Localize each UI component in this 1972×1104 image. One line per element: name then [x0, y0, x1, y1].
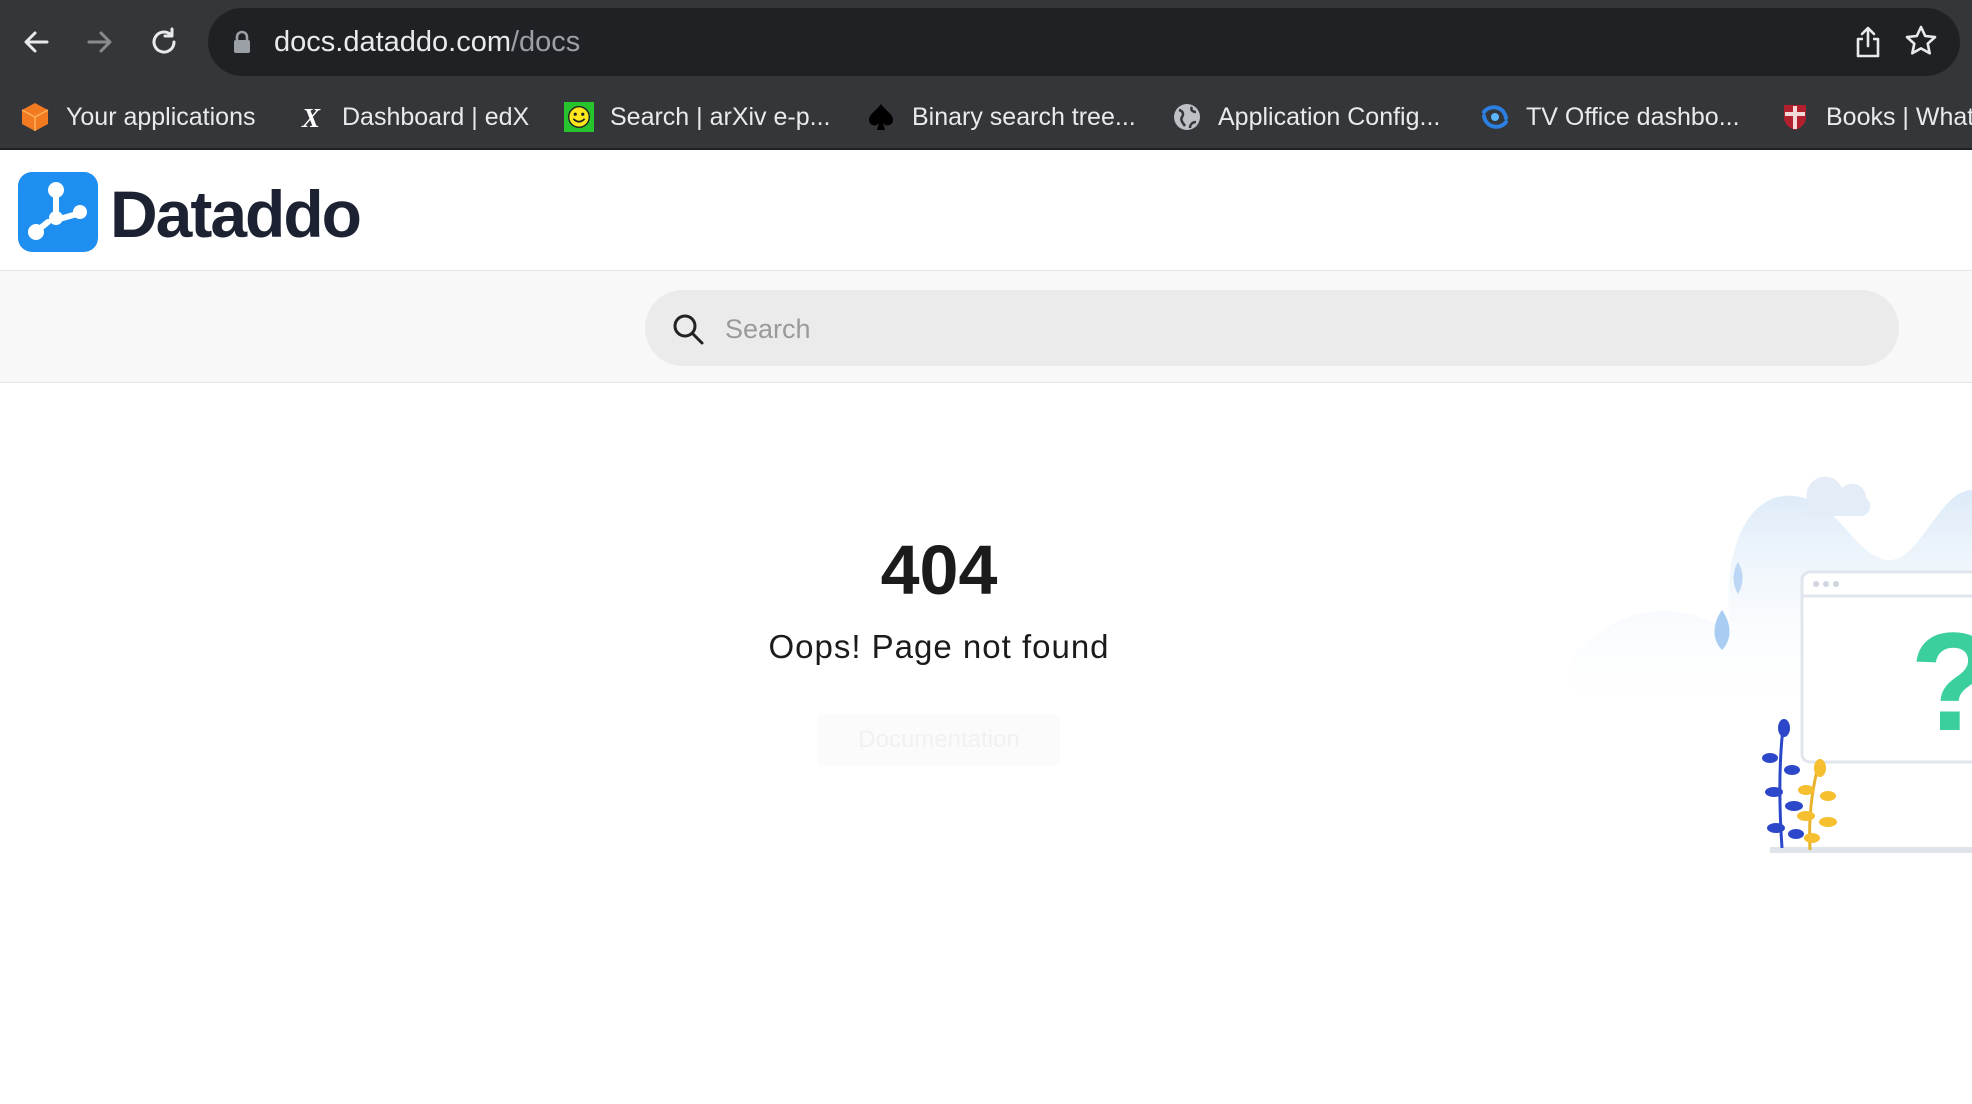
not-found-illustration: ? [1570, 476, 1972, 853]
blue-plant-shape [1762, 719, 1804, 849]
bookmark-application-config[interactable]: Application Config... [1172, 98, 1440, 136]
search-band [0, 271, 1972, 383]
bookmark-label: Search | arXiv e-p... [610, 102, 831, 131]
svg-text:X: X [301, 103, 321, 132]
cube-icon [20, 102, 50, 132]
back-arrow-icon [24, 31, 49, 53]
bookmark-star-icon[interactable] [1904, 24, 1938, 58]
url-text: docs.dataddo.com/docs [274, 24, 580, 60]
spade-icon [866, 102, 896, 132]
forward-arrow-icon [87, 31, 112, 53]
logo-text[interactable]: Dataddo [110, 176, 362, 252]
swirl-icon [1480, 102, 1510, 132]
globe-icon [1172, 102, 1202, 132]
lock-icon [234, 30, 250, 53]
forward-button[interactable] [78, 20, 122, 64]
site-header: Dataddo [0, 150, 1972, 271]
question-mark-shape: ? [1910, 603, 1972, 760]
reload-button[interactable] [142, 20, 186, 64]
bookmark-your-applications[interactable]: Your applications [20, 98, 256, 136]
url-host: docs.dataddo.com [274, 26, 511, 58]
search-box[interactable] [645, 290, 1899, 366]
shield-icon [1780, 102, 1810, 132]
bookmark-label: Binary search tree... [912, 102, 1136, 131]
bookmark-label: Application Config... [1218, 102, 1441, 131]
bookmark-books[interactable]: Books | What [1780, 98, 1972, 136]
search-input[interactable] [723, 304, 1867, 354]
smiley-icon [564, 102, 594, 132]
address-bar[interactable]: docs.dataddo.com/docs [208, 8, 1960, 76]
reload-icon [152, 27, 176, 54]
browser-toolbar: docs.dataddo.com/docs [0, 0, 1972, 86]
bookmark-label: Books | What [1826, 102, 1972, 131]
documentation-button[interactable]: Documentation [818, 714, 1060, 766]
url-path: /docs [510, 26, 581, 58]
bookmarks-bar: Your applications X Dashboard | edX Sear… [0, 86, 1972, 150]
error-code: 404 [880, 531, 998, 609]
share-icon[interactable] [1854, 25, 1882, 59]
error-message: Oops! Page not found [768, 628, 1110, 665]
bookmark-arxiv[interactable]: Search | arXiv e-p... [564, 98, 830, 136]
search-icon [673, 314, 704, 345]
bookmark-label: TV Office dashbo... [1526, 102, 1740, 131]
bookmark-edx[interactable]: X Dashboard | edX [296, 98, 529, 136]
dataddo-logo-icon[interactable] [18, 172, 98, 252]
bookmark-label: Your applications [66, 102, 256, 131]
edx-icon: X [296, 102, 326, 132]
bookmark-tv-office[interactable]: TV Office dashbo... [1480, 98, 1740, 136]
back-button[interactable] [14, 20, 58, 64]
cloud-shape [1805, 476, 1871, 516]
bookmark-label: Dashboard | edX [342, 102, 530, 131]
bookmark-binary-search-tree[interactable]: Binary search tree... [866, 98, 1136, 136]
